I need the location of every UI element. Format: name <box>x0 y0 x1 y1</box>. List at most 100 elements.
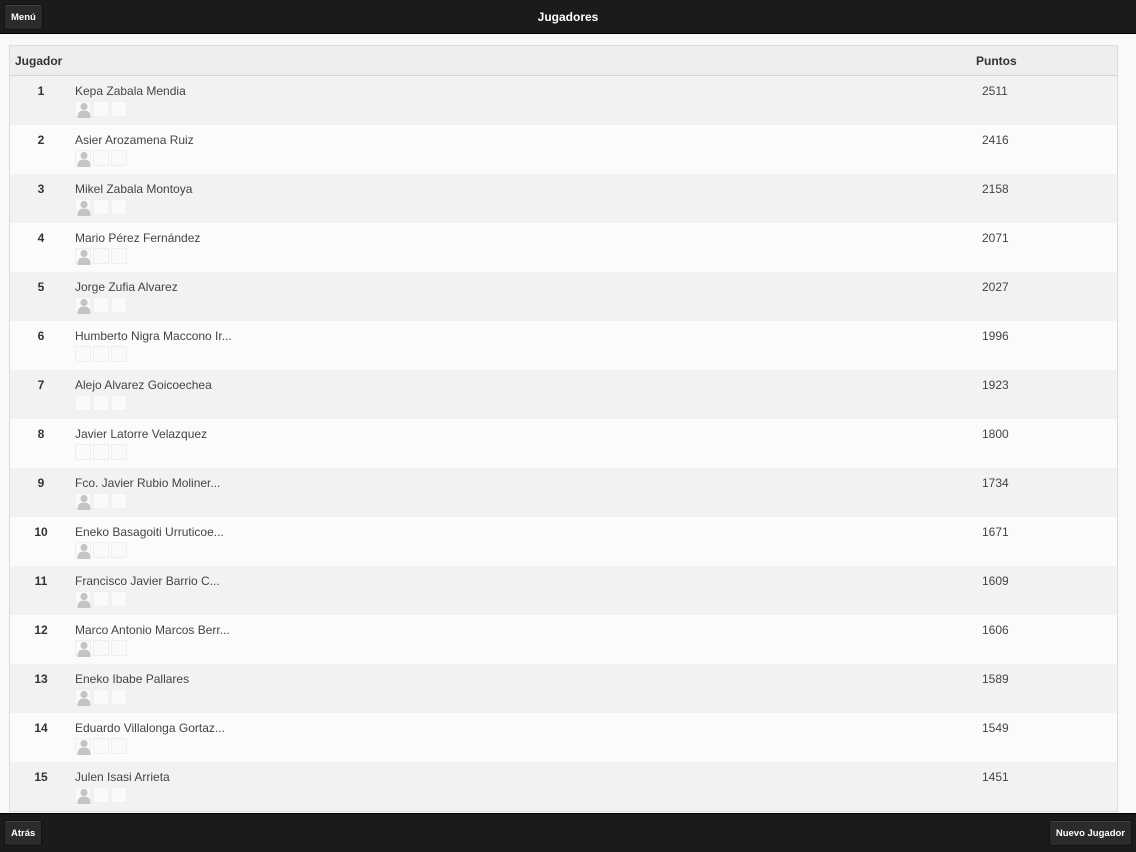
player-name: Julen Isasi Arrieta <box>75 770 170 784</box>
table-row[interactable]: 8 Javier Latorre Velazquez 1800 <box>10 419 1117 468</box>
badge-placeholder <box>93 101 109 117</box>
table-row[interactable]: 9 Fco. Javier Rubio Moliner... 1734 <box>10 468 1117 517</box>
player-name: Mikel Zabala Montoya <box>75 182 193 196</box>
player-name: Francisco Javier Barrio C... <box>75 574 220 588</box>
player-points: 2071 <box>982 231 1009 245</box>
player-points: 2027 <box>982 280 1009 294</box>
player-rank: 6 <box>37 329 45 343</box>
menu-button[interactable]: Menú <box>4 4 43 30</box>
player-rank: 10 <box>34 525 48 539</box>
player-points: 2416 <box>982 133 1009 147</box>
badge-placeholder <box>93 395 109 411</box>
badge-placeholder <box>93 542 109 558</box>
player-badges <box>75 787 127 804</box>
badge-placeholder <box>93 591 109 607</box>
player-rank: 13 <box>34 672 48 686</box>
player-badges <box>75 689 127 706</box>
column-header-player[interactable]: Jugador <box>15 54 62 68</box>
back-button[interactable]: Atrás <box>4 820 43 846</box>
avatar-icon <box>75 493 91 510</box>
player-badges <box>75 101 127 118</box>
player-points: 1589 <box>982 672 1009 686</box>
players-table: Jugador Puntos 1 Kepa Zabala Mendia 2511 2 A… <box>9 45 1118 812</box>
badge-placeholder <box>93 346 109 362</box>
badge-placeholder <box>93 493 109 509</box>
table-header: Jugador Puntos <box>10 46 1117 76</box>
badge-placeholder <box>111 493 127 509</box>
player-rank: 5 <box>37 280 45 294</box>
player-rank: 8 <box>37 427 45 441</box>
table-row[interactable]: 3 Mikel Zabala Montoya 2158 <box>10 174 1117 223</box>
avatar-icon <box>75 150 91 167</box>
badge-placeholder <box>111 150 127 166</box>
new-player-button[interactable]: Nuevo Jugador <box>1048 820 1132 846</box>
player-name: Alejo Alvarez Goicoechea <box>75 378 212 392</box>
player-rank: 14 <box>34 721 48 735</box>
avatar-icon <box>75 199 91 216</box>
avatar-icon <box>75 101 91 118</box>
badge-placeholder <box>111 689 127 705</box>
avatar-icon <box>75 591 91 608</box>
table-row[interactable]: 7 Alejo Alvarez Goicoechea 1923 <box>10 370 1117 419</box>
table-row[interactable]: 2 Asier Arozamena Ruiz 2416 <box>10 125 1117 174</box>
table-row[interactable]: 14 Eduardo Villalonga Gortaz... 1549 <box>10 713 1117 762</box>
table-row[interactable]: 12 Marco Antonio Marcos Berr... 1606 <box>10 615 1117 664</box>
player-rank: 2 <box>37 133 45 147</box>
badge-placeholder <box>111 444 127 460</box>
badge-placeholder <box>111 297 127 313</box>
player-rank: 15 <box>34 770 48 784</box>
player-badges <box>75 346 127 362</box>
player-name: Eneko Basagoiti Urruticoe... <box>75 525 224 539</box>
table-row[interactable]: 1 Kepa Zabala Mendia 2511 <box>10 76 1117 125</box>
player-points: 1800 <box>982 427 1009 441</box>
badge-placeholder <box>111 640 127 656</box>
badge-placeholder <box>111 199 127 215</box>
avatar-icon <box>75 738 91 755</box>
top-bar: Jugadores Menú <box>0 0 1136 34</box>
player-rank: 7 <box>37 378 45 392</box>
player-badges <box>75 542 127 559</box>
player-rank: 11 <box>34 574 48 588</box>
avatar-icon <box>75 248 91 265</box>
player-badges <box>75 395 127 411</box>
player-name: Jorge Zufia Alvarez <box>75 280 178 294</box>
badge-placeholder <box>93 199 109 215</box>
avatar-icon <box>75 297 91 314</box>
badge-placeholder <box>93 640 109 656</box>
table-row[interactable]: 13 Eneko Ibabe Pallares 1589 <box>10 664 1117 713</box>
player-name: Asier Arozamena Ruiz <box>75 133 194 147</box>
badge-placeholder <box>111 542 127 558</box>
player-name: Fco. Javier Rubio Moliner... <box>75 476 221 490</box>
player-rank: 9 <box>37 476 45 490</box>
player-badges <box>75 297 127 314</box>
column-header-points[interactable]: Puntos <box>976 54 1017 68</box>
table-row[interactable]: 6 Humberto Nigra Maccono Ir... 1996 <box>10 321 1117 370</box>
badge-placeholder <box>93 689 109 705</box>
player-name: Marco Antonio Marcos Berr... <box>75 623 230 637</box>
table-row[interactable]: 5 Jorge Zufia Alvarez 2027 <box>10 272 1117 321</box>
player-points: 1996 <box>982 329 1009 343</box>
player-badges <box>75 591 127 608</box>
player-badges <box>75 738 127 755</box>
player-rank: 3 <box>37 182 45 196</box>
player-badges <box>75 150 127 167</box>
table-row[interactable]: 4 Mario Pérez Fernández 2071 <box>10 223 1117 272</box>
badge-placeholder <box>93 248 109 264</box>
player-name: Eneko Ibabe Pallares <box>75 672 190 686</box>
table-row[interactable]: 15 Julen Isasi Arrieta 1451 <box>10 762 1117 811</box>
badge-placeholder <box>111 346 127 362</box>
badge-placeholder <box>111 101 127 117</box>
player-badges <box>75 493 127 510</box>
player-badges <box>75 640 127 657</box>
player-points: 2511 <box>982 84 1008 98</box>
badge-placeholder <box>75 444 91 460</box>
bottom-bar: Atrás Nuevo Jugador <box>0 813 1136 852</box>
player-name: Mario Pérez Fernández <box>75 231 201 245</box>
player-points: 1671 <box>982 525 1009 539</box>
player-points: 1451 <box>982 770 1009 784</box>
player-badges <box>75 199 127 216</box>
player-points: 1549 <box>982 721 1009 735</box>
table-row[interactable]: 10 Eneko Basagoiti Urruticoe... 1671 <box>10 517 1117 566</box>
table-row[interactable]: 11 Francisco Javier Barrio C... 1609 <box>10 566 1117 615</box>
badge-placeholder <box>111 738 127 754</box>
